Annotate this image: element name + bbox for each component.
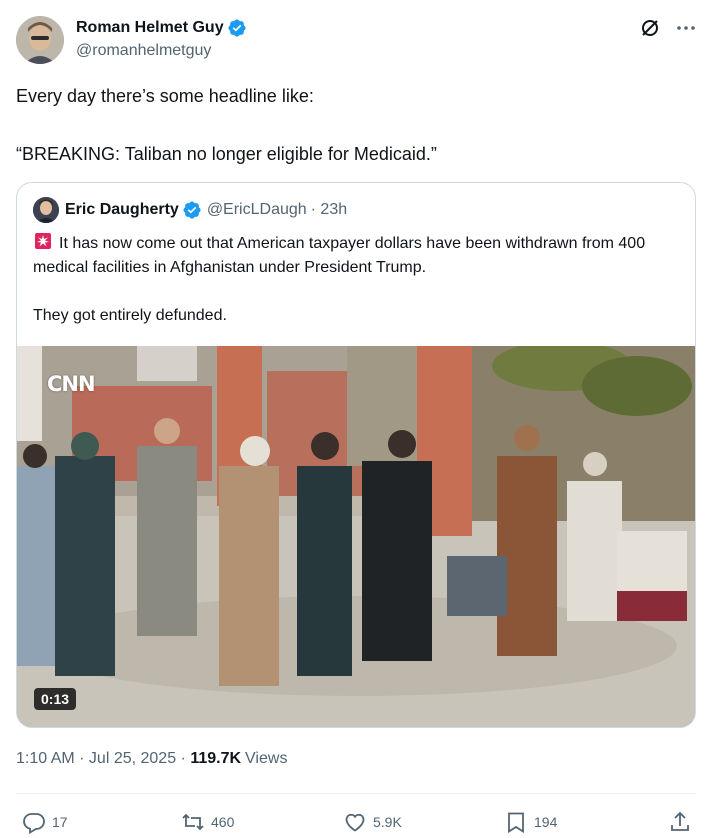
- quoted-post[interactable]: Eric Daugherty @EricLDaugh · 23h It has …: [16, 182, 696, 728]
- post-timestamp[interactable]: 1:10 AM · Jul 25, 2025 ·: [16, 750, 190, 768]
- bookmark-count: 194: [534, 814, 558, 830]
- like-button[interactable]: 5.9K: [343, 810, 402, 834]
- more-icon[interactable]: [674, 16, 698, 40]
- top-actions: [638, 16, 698, 40]
- post-text-line1: Every day there’s some headline like:: [16, 86, 314, 106]
- reply-count: 17: [52, 814, 68, 830]
- quoted-post-header: Eric Daugherty @EricLDaugh · 23h: [33, 197, 348, 223]
- reply-button[interactable]: 17: [22, 810, 68, 834]
- video-player[interactable]: CNN 0:13: [17, 346, 695, 727]
- quoted-post-text-para1: It has now come out that American taxpay…: [33, 235, 646, 276]
- bookmark-button[interactable]: 194: [504, 810, 557, 834]
- quoted-author-name: Eric Daugherty: [65, 201, 179, 218]
- post-text-line2: “BREAKING: Taliban no longer eligible fo…: [16, 144, 437, 164]
- quoted-author-avatar[interactable]: [33, 197, 59, 223]
- like-count: 5.9K: [373, 814, 402, 830]
- verified-badge-icon: [228, 19, 246, 37]
- bookmark-icon: [508, 812, 524, 834]
- share-button[interactable]: [668, 810, 698, 834]
- cnn-watermark: CNN: [47, 372, 96, 396]
- quoted-post-text-para2: They got entirely defunded.: [33, 307, 227, 324]
- repost-icon: [182, 813, 204, 831]
- divider: [16, 793, 696, 794]
- post-timestamp-row: 1:10 AM · Jul 25, 2025 · 119.7K Views: [16, 750, 287, 768]
- views-count: 119.7K: [190, 750, 242, 767]
- like-icon: [345, 813, 365, 832]
- video-thumbnail: [17, 346, 695, 727]
- quoted-post-text: It has now come out that American taxpay…: [33, 231, 683, 328]
- siren-icon: [35, 233, 51, 249]
- reply-icon: [23, 813, 45, 834]
- verified-badge-icon: [183, 201, 201, 219]
- author-avatar[interactable]: [16, 16, 64, 64]
- views-label: Views: [245, 750, 288, 767]
- video-duration-badge: 0:13: [34, 688, 77, 710]
- author-info: Roman Helmet Guy @romanhelmetguy: [76, 16, 247, 60]
- action-bar: 17 460 5.9K 194: [16, 806, 696, 838]
- grok-icon[interactable]: [638, 16, 662, 40]
- quoted-author-handle: @EricLDaugh: [206, 201, 307, 218]
- author-handle[interactable]: @romanhelmetguy: [76, 42, 247, 60]
- share-icon: [671, 811, 689, 831]
- author-name[interactable]: Roman Helmet Guy: [76, 19, 224, 37]
- repost-button[interactable]: 460: [181, 810, 234, 834]
- repost-count: 460: [211, 814, 235, 830]
- quoted-post-time: · 23h: [310, 201, 348, 218]
